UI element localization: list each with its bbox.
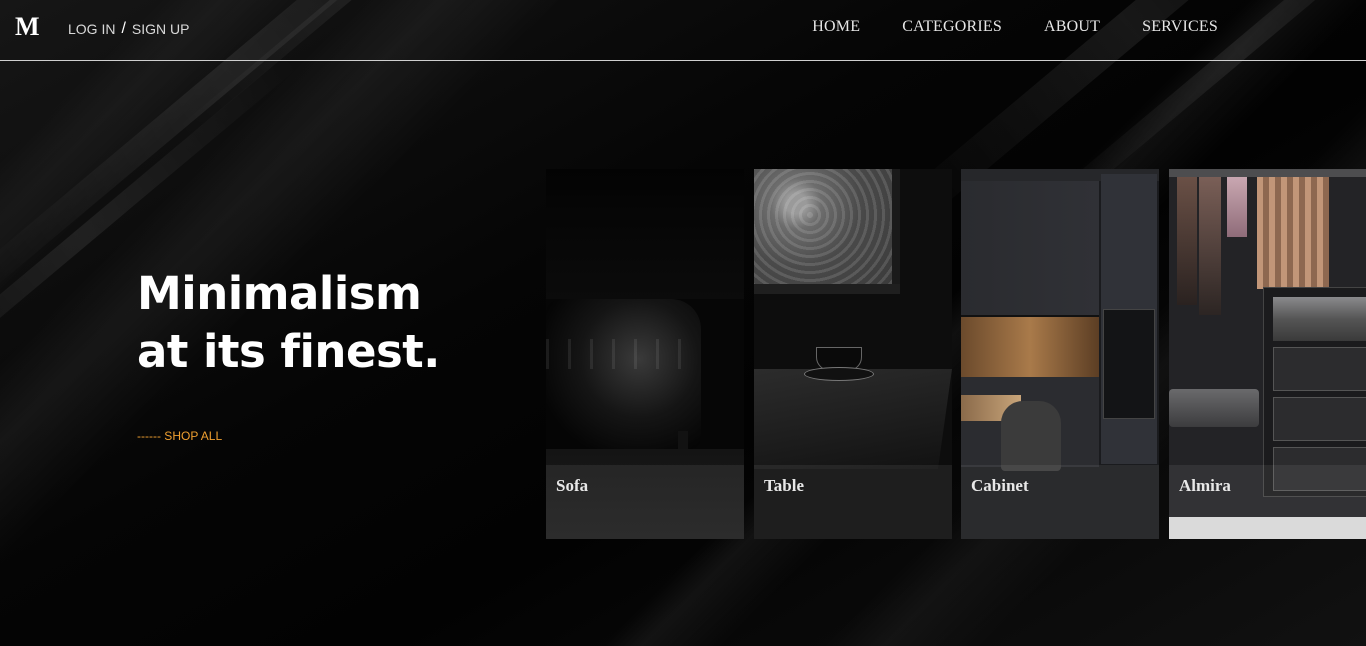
table-window-foliage [754, 169, 894, 284]
sofa-armchair-image [546, 299, 701, 449]
category-label-cabinet: Cabinet [971, 476, 1029, 495]
category-card-table[interactable]: Table [754, 169, 952, 539]
cabinet-chair [1001, 401, 1061, 471]
auth-separator: / [121, 20, 126, 37]
cabinet-upper-doors [961, 181, 1099, 317]
main-nav: HOME CATEGORIES ABOUT SERVICES [812, 18, 1218, 36]
table-window-sill [754, 284, 900, 294]
site-header: M LOG IN / SIGN UP HOME CATEGORIES ABOUT… [0, 0, 1366, 61]
category-label-almira: Almira [1179, 476, 1231, 495]
almira-rail [1169, 169, 1366, 177]
almira-ottoman [1169, 389, 1259, 427]
shop-all-link[interactable]: ------ SHOP ALL [137, 429, 222, 443]
coffee-saucer [804, 367, 874, 381]
hero-title: Minimalism at its finest. [137, 265, 457, 381]
cabinet-lit-backsplash [961, 317, 1099, 377]
almira-garment [1177, 177, 1197, 305]
almira-garment-beige [1257, 177, 1329, 289]
almira-garment [1199, 177, 1221, 315]
almira-drawer [1273, 397, 1366, 441]
login-link[interactable]: LOG IN [68, 21, 115, 37]
cabinet-oven-image [1103, 309, 1155, 419]
site-logo[interactable]: M [15, 12, 40, 42]
nav-home[interactable]: HOME [812, 18, 860, 36]
hero-title-line2: at its finest. [137, 325, 440, 378]
sofa-tufting-detail [546, 339, 696, 369]
sofa-image-backdrop [546, 169, 744, 299]
table-top-image [754, 369, 952, 469]
nav-categories[interactable]: CATEGORIES [902, 18, 1002, 36]
nav-services[interactable]: SERVICES [1142, 18, 1218, 36]
category-card-sofa[interactable]: Sofa [546, 169, 744, 539]
hero-title-line1: Minimalism [137, 267, 422, 320]
almira-drawer [1273, 347, 1366, 391]
almira-garment [1227, 177, 1247, 237]
nav-about[interactable]: ABOUT [1044, 18, 1100, 36]
auth-links: LOG IN / SIGN UP [68, 20, 190, 38]
almira-drawer [1273, 297, 1366, 341]
table-window-frame [892, 169, 900, 294]
category-card-almira[interactable]: Almira [1169, 169, 1366, 539]
category-card-cabinet[interactable]: Cabinet [961, 169, 1159, 539]
signup-link[interactable]: SIGN UP [132, 21, 190, 37]
category-label-sofa: Sofa [556, 476, 589, 495]
category-label-table: Table [764, 476, 805, 495]
